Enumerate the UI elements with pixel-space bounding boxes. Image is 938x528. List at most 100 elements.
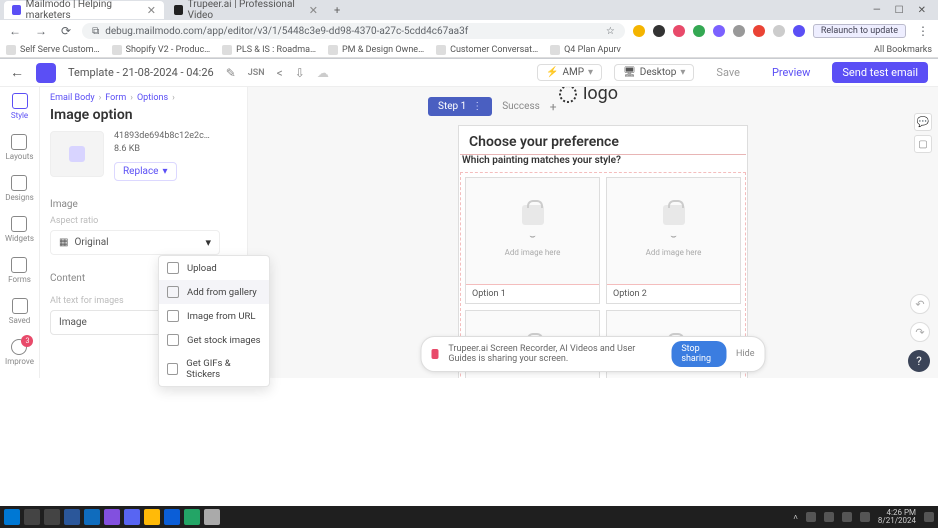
device-toggle[interactable]: 🖥Desktop▾ xyxy=(614,64,694,81)
rail-layouts[interactable]: Layouts xyxy=(5,134,33,161)
taskbar-app-icon[interactable] xyxy=(84,509,100,525)
mailmodo-logo[interactable] xyxy=(36,63,56,83)
tray-icon[interactable] xyxy=(824,512,834,522)
tray-chevron-icon[interactable]: ˄ xyxy=(793,513,798,522)
save-button[interactable]: Save xyxy=(706,63,750,82)
properties-panel: Email Body› Form› Options› Image option … xyxy=(40,87,248,378)
close-icon[interactable]: ✕ xyxy=(147,4,156,17)
back-arrow[interactable]: ← xyxy=(10,64,24,81)
crumb-email-body[interactable]: Email Body xyxy=(50,93,95,103)
logo-placeholder[interactable]: logo xyxy=(559,87,618,104)
option-2[interactable]: ⌣Add image here Option 2 xyxy=(606,177,741,304)
back-button[interactable]: ← xyxy=(6,24,24,38)
rail-widgets[interactable]: Widgets xyxy=(5,216,34,243)
taskbar-app-icon[interactable] xyxy=(164,509,180,525)
undo-fab[interactable]: ↶ xyxy=(910,294,930,314)
taskbar-app-icon[interactable] xyxy=(144,509,160,525)
bag-icon xyxy=(663,205,685,225)
crop-icon: ▦ xyxy=(59,237,68,248)
option-1[interactable]: ⌣Add image here Option 1 xyxy=(465,177,600,304)
taskbar-app-icon[interactable] xyxy=(184,509,200,525)
close-window-button[interactable]: ✕ xyxy=(918,5,926,16)
search-button[interactable] xyxy=(24,509,40,525)
bookmark-item[interactable]: Shopify V2 - Produc… xyxy=(112,45,211,55)
aspect-ratio-select[interactable]: ▦Original ▾ xyxy=(50,230,220,255)
preview-button[interactable]: Preview xyxy=(762,63,820,82)
rail-improve[interactable]: 3 Improve xyxy=(5,339,34,366)
extensions-menu-icon[interactable] xyxy=(773,25,785,37)
image-thumbnail[interactable] xyxy=(50,131,104,177)
browser-tab-trupeer[interactable]: Trupeer.ai | Professional Video ✕ xyxy=(166,1,326,19)
dd-get-stock[interactable]: Get stock images xyxy=(159,328,269,352)
browser-tab-mailmodo[interactable]: Mailmodo | Helping marketers ✕ xyxy=(4,1,164,19)
hide-share-button[interactable]: Hide xyxy=(736,349,754,359)
canvas: logo Step 1⋮ Success + 💬 ▢ Choose your p… xyxy=(248,87,938,378)
bookmark-item[interactable]: Customer Conversat… xyxy=(436,45,538,55)
clock-date[interactable]: 8/21/2024 xyxy=(878,517,916,525)
dd-get-gifs[interactable]: Get GIFs & Stickers xyxy=(159,352,269,386)
rail-designs[interactable]: Designs xyxy=(5,175,34,202)
close-icon[interactable]: ✕ xyxy=(309,4,318,17)
edit-icon[interactable]: ✎ xyxy=(226,66,236,80)
crumb-options[interactable]: Options xyxy=(137,93,168,103)
relaunch-button[interactable]: Relaunch to update xyxy=(813,24,906,38)
address-bar[interactable]: ⧉ debug.mailmodo.com/app/editor/v3/1/544… xyxy=(82,23,625,39)
rail-style[interactable]: Style xyxy=(11,93,28,120)
tab-strip: Mailmodo | Helping marketers ✕ Trupeer.a… xyxy=(0,0,938,20)
maximize-button[interactable]: ☐ xyxy=(895,5,904,16)
extension-icon[interactable] xyxy=(753,25,765,37)
volume-icon[interactable] xyxy=(860,512,870,522)
dd-upload[interactable]: Upload xyxy=(159,256,269,280)
rail-saved[interactable]: Saved xyxy=(9,298,31,325)
crumb-form[interactable]: Form xyxy=(105,93,126,103)
wifi-icon[interactable] xyxy=(842,512,852,522)
all-bookmarks-link[interactable]: All Bookmarks xyxy=(874,45,932,55)
step-tab-success[interactable]: Success xyxy=(502,101,540,112)
template-name[interactable]: Template - 21-08-2024 - 04:26 xyxy=(68,66,214,79)
forward-button[interactable]: → xyxy=(32,24,50,38)
share-icon[interactable]: < xyxy=(277,66,283,80)
add-step-button[interactable]: + xyxy=(550,100,557,114)
bookmark-item[interactable]: PLS & IS : Roadma… xyxy=(222,45,316,55)
replace-dropdown: Upload Add from gallery Image from URL G… xyxy=(158,255,270,387)
stop-sharing-button[interactable]: Stop sharing xyxy=(671,341,726,367)
url-text: debug.mailmodo.com/app/editor/v3/1/5448c… xyxy=(105,26,468,37)
taskbar-app-icon[interactable] xyxy=(104,509,120,525)
json-icon[interactable]: JSN xyxy=(248,68,265,78)
comment-tool[interactable]: 💬 xyxy=(914,113,932,131)
step-menu-icon[interactable]: ⋮ xyxy=(472,101,482,112)
taskbar-app-icon[interactable] xyxy=(204,509,220,525)
reload-button[interactable]: ⟳ xyxy=(58,24,74,38)
profile-avatar[interactable] xyxy=(793,25,805,37)
bookmark-item[interactable]: Q4 Plan Apurv xyxy=(550,45,621,55)
taskbar-app-icon[interactable] xyxy=(64,509,80,525)
rail-forms[interactable]: Forms xyxy=(8,257,31,284)
layer-tool[interactable]: ▢ xyxy=(914,135,932,153)
taskbar-app-icon[interactable] xyxy=(124,509,140,525)
dd-image-from-url[interactable]: Image from URL xyxy=(159,304,269,328)
tray-icon[interactable] xyxy=(806,512,816,522)
chrome-menu-button[interactable]: ⋮ xyxy=(914,24,932,38)
extension-icon[interactable] xyxy=(673,25,685,37)
amp-toggle[interactable]: ⚡AMP▾ xyxy=(537,64,602,81)
bookmark-item[interactable]: PM & Design Owne… xyxy=(328,45,424,55)
new-tab-button[interactable]: + xyxy=(328,4,346,17)
notifications-icon[interactable] xyxy=(924,512,934,522)
bookmark-item[interactable]: Self Serve Custom… xyxy=(6,45,100,55)
download-icon[interactable]: ⇩ xyxy=(295,66,305,80)
extension-icon[interactable] xyxy=(653,25,665,37)
replace-button[interactable]: Replace▾ xyxy=(114,162,177,181)
step-tab-1[interactable]: Step 1⋮ xyxy=(428,97,492,116)
extension-icon[interactable] xyxy=(733,25,745,37)
help-fab[interactable]: ? xyxy=(908,350,930,372)
extension-icon[interactable] xyxy=(633,25,645,37)
minimize-button[interactable]: — xyxy=(873,5,881,16)
redo-fab[interactable]: ↷ xyxy=(910,322,930,342)
start-button[interactable] xyxy=(4,509,20,525)
bag-icon xyxy=(522,205,544,225)
extension-icon[interactable] xyxy=(713,25,725,37)
send-test-button[interactable]: Send test email xyxy=(832,62,928,83)
extension-icon[interactable] xyxy=(693,25,705,37)
task-view-button[interactable] xyxy=(44,509,60,525)
dd-add-from-gallery[interactable]: Add from gallery xyxy=(159,280,269,304)
